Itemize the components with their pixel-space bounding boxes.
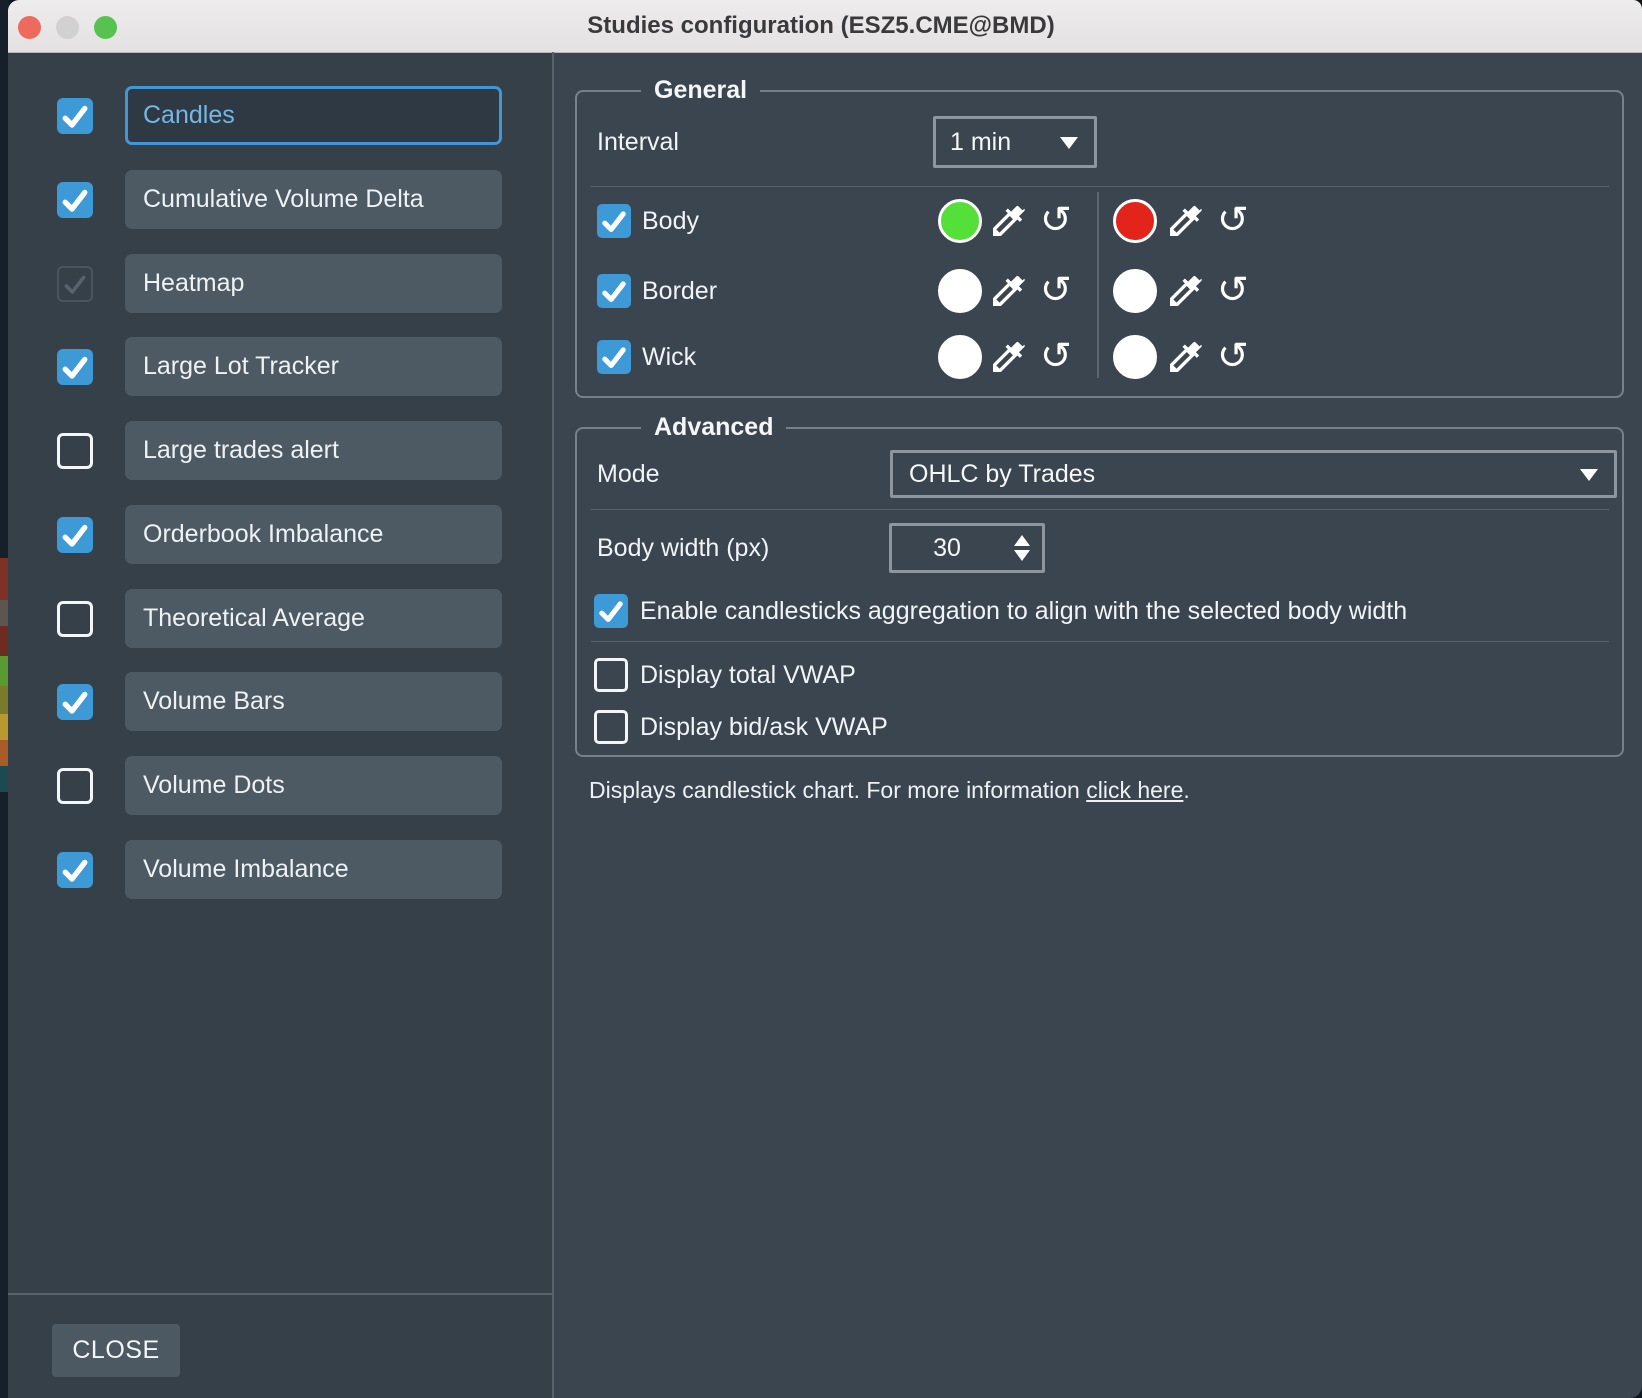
down-color-swatch[interactable] [1113,199,1157,243]
option-checkbox[interactable] [594,594,628,628]
candle-color-row: Border ↺ ↺ [0,257,1642,325]
up-color-swatch[interactable] [938,269,982,313]
spinner-arrows-icon[interactable] [1014,535,1030,561]
row-checkbox[interactable] [597,340,631,374]
eyedropper-icon[interactable] [1165,201,1205,241]
down-color-swatch[interactable] [1113,269,1157,313]
up-color-swatch[interactable] [938,199,982,243]
eyedropper-icon[interactable] [1165,271,1205,311]
chevron-down-icon [1580,469,1598,481]
reset-color-icon[interactable]: ↺ [1040,269,1072,309]
study-checkbox[interactable] [57,517,93,553]
mode-dropdown[interactable]: OHLC by Trades [890,450,1617,498]
row-checkbox[interactable] [597,204,631,238]
reset-color-icon[interactable]: ↺ [1217,269,1249,309]
sidebar-study-row: Volume Imbalance [8,840,552,899]
body-width-spinner[interactable]: 30 [889,523,1045,573]
description-before: Displays candlestick chart. For more inf… [589,777,1086,803]
interval-label: Interval [597,125,679,159]
sidebar-study-row: Orderbook Imbalance [8,505,552,564]
screen: Studies configuration (ESZ5.CME@BMD) Can… [0,0,1642,1398]
sidebar-study-row: Volume Dots [8,756,552,815]
row-label: Border [642,274,717,308]
up-color-swatch[interactable] [938,335,982,379]
sidebar-study-row: Candles [8,86,552,145]
option-label: Enable candlesticks aggregation to align… [640,594,1407,628]
option-checkbox[interactable] [594,658,628,692]
eyedropper-icon[interactable] [988,337,1028,377]
study-item-button[interactable]: Volume Imbalance [125,840,502,899]
row-label: Body [642,204,699,238]
study-checkbox[interactable] [57,768,93,804]
candle-color-row: Wick ↺ ↺ [0,323,1642,391]
close-button[interactable]: CLOSE [52,1324,180,1377]
chevron-down-icon [1060,137,1078,149]
option-checkbox[interactable] [594,710,628,744]
row-checkbox[interactable] [597,274,631,308]
reset-color-icon[interactable]: ↺ [1217,335,1249,375]
advanced-row-divider-1 [591,509,1609,510]
eyedropper-icon[interactable] [988,271,1028,311]
eyedropper-icon[interactable] [988,201,1028,241]
advanced-option-row: Enable candlesticks aggregation to align… [0,591,1642,631]
general-legend: General [641,76,760,105]
interval-dropdown[interactable]: 1 min [933,116,1097,168]
down-color-swatch[interactable] [1113,335,1157,379]
eyedropper-icon[interactable] [1165,337,1205,377]
option-label: Display total VWAP [640,658,856,692]
study-item-button[interactable]: Large trades alert [125,421,502,480]
advanced-legend: Advanced [641,413,786,442]
body-width-value: 30 [933,534,961,563]
row-label: Wick [642,340,696,374]
reset-color-icon[interactable]: ↺ [1040,199,1072,239]
sidebar-footer-divider [8,1293,552,1295]
mode-value: OHLC by Trades [909,460,1095,489]
candle-color-row: Body ↺ ↺ [0,187,1642,255]
sidebar-study-row: Large trades alert [8,421,552,480]
click-here-link[interactable]: click here [1086,777,1183,803]
study-checkbox[interactable] [57,852,93,888]
description-after: . [1183,777,1189,803]
advanced-option-row: Display total VWAP [0,655,1642,695]
option-label: Display bid/ask VWAP [640,710,888,744]
study-item-button[interactable]: Candles [125,86,502,145]
description-text: Displays candlestick chart. For more inf… [589,777,1190,804]
advanced-option-row: Display bid/ask VWAP [0,707,1642,747]
study-item-button[interactable]: Volume Dots [125,756,502,815]
reset-color-icon[interactable]: ↺ [1217,199,1249,239]
reset-color-icon[interactable]: ↺ [1040,335,1072,375]
body-width-label: Body width (px) [597,531,769,565]
study-item-button[interactable]: Orderbook Imbalance [125,505,502,564]
study-checkbox[interactable] [57,433,93,469]
window-title: Studies configuration (ESZ5.CME@BMD) [0,0,1642,52]
mode-label: Mode [597,457,660,491]
interval-value: 1 min [950,128,1011,157]
study-checkbox[interactable] [57,98,93,134]
advanced-row-divider-2 [591,641,1609,642]
